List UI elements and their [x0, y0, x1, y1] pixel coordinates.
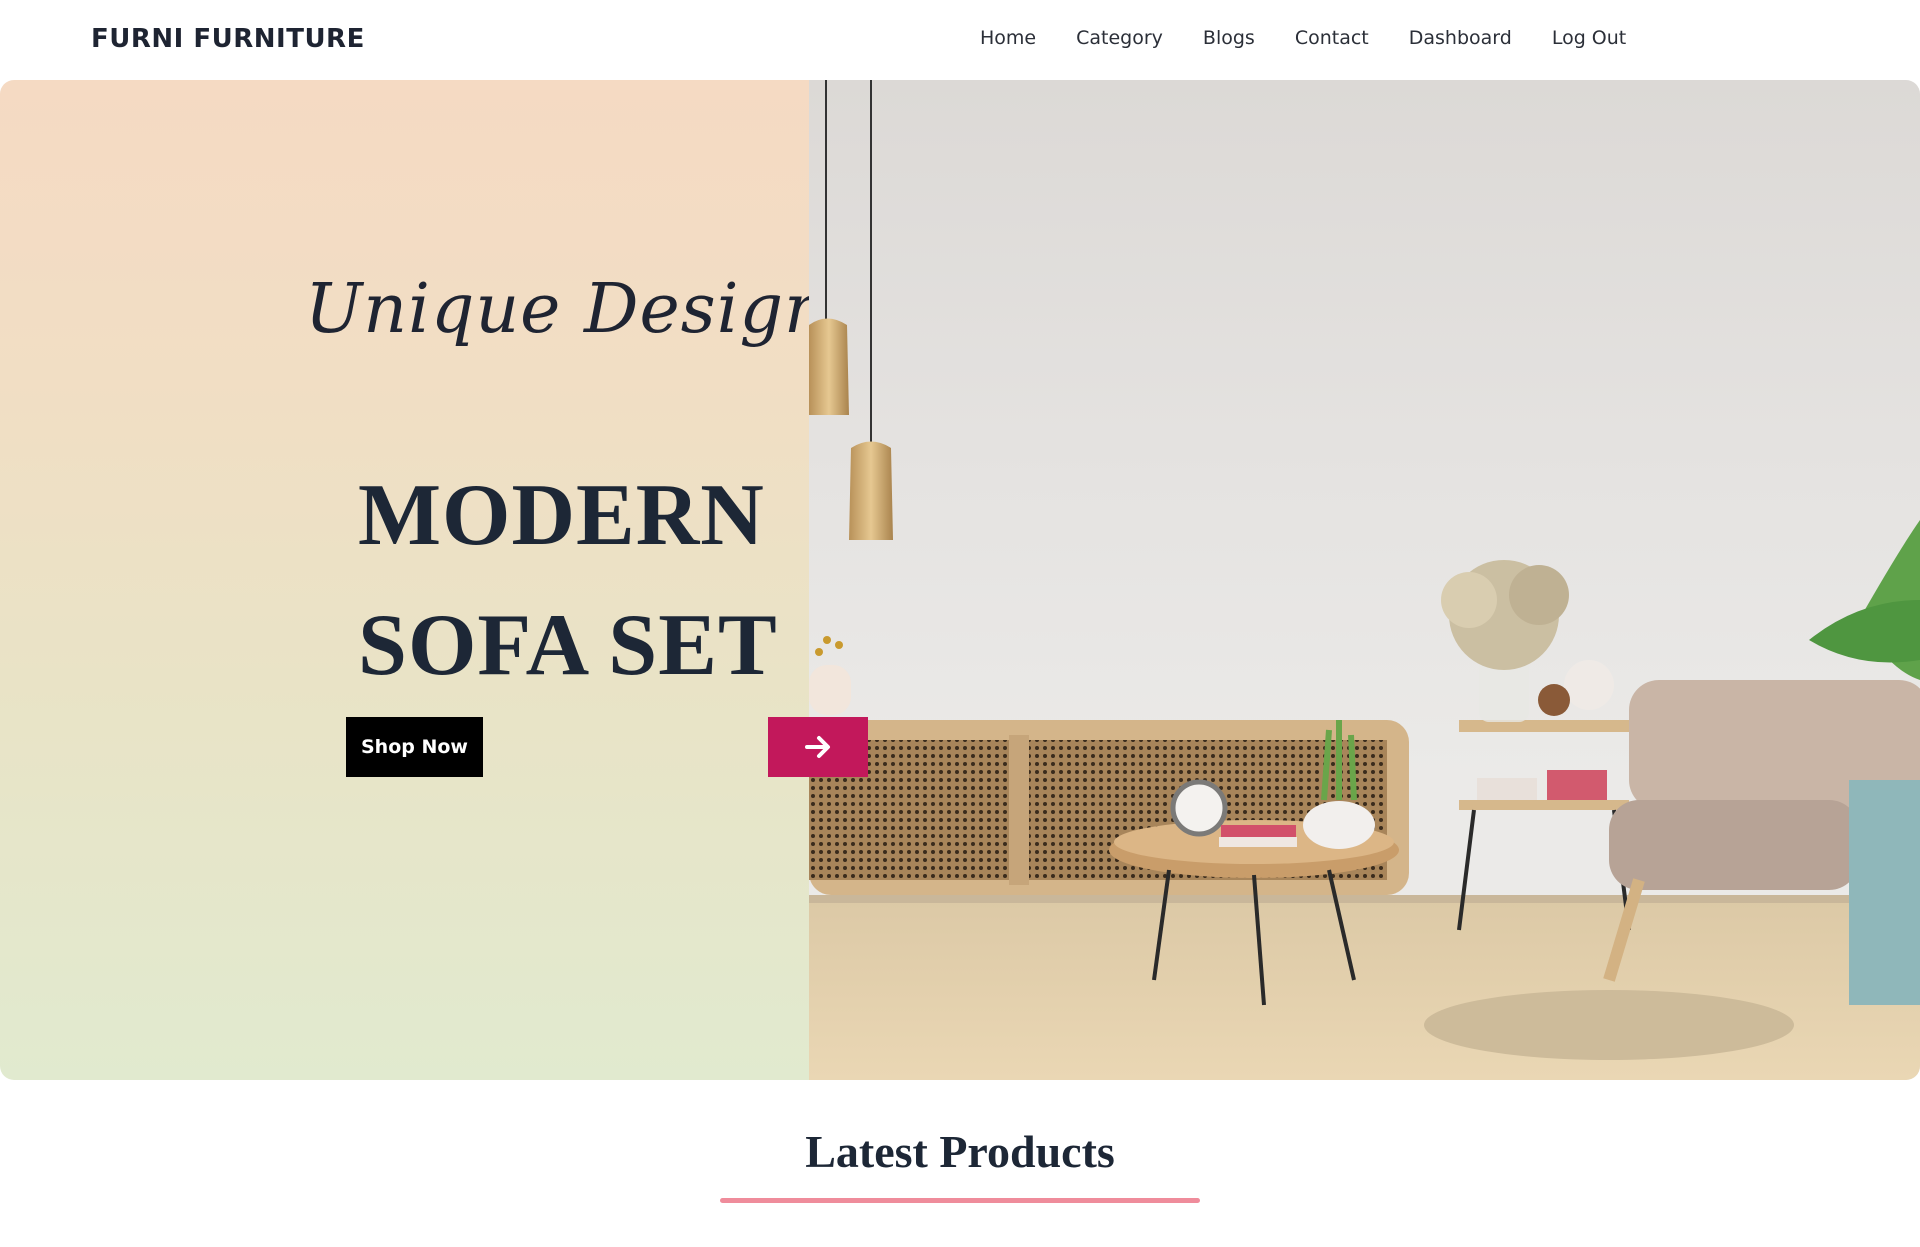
next-slide-button[interactable] [768, 717, 868, 777]
nav-category[interactable]: Category [1076, 27, 1163, 49]
hero-room-image [809, 80, 1920, 1080]
nav-links: Home Category Blogs Contact Dashboard Lo… [980, 27, 1666, 49]
living-room-illustration [809, 80, 1920, 1080]
nav-dashboard[interactable]: Dashboard [1409, 27, 1512, 49]
brand-logo[interactable]: FURNI FURNITURE [91, 24, 365, 54]
hero-title-line1: MODERN [358, 467, 765, 564]
nav-contact[interactable]: Contact [1295, 27, 1369, 49]
nav-blogs[interactable]: Blogs [1203, 27, 1255, 49]
latest-products-heading: Latest Products [805, 1126, 1115, 1177]
nav-logout[interactable]: Log Out [1552, 27, 1626, 49]
heading-underline [720, 1198, 1200, 1203]
hero-banner: Unique Designs MODERN SOFA SET Shop Now [0, 80, 1920, 1080]
hero-tagline: Unique Designs [305, 270, 865, 349]
top-navbar: FURNI FURNITURE Home Category Blogs Cont… [0, 0, 1920, 80]
hero-text-panel: Unique Designs MODERN SOFA SET Shop Now [0, 80, 864, 1080]
shop-now-button[interactable]: Shop Now [346, 717, 483, 777]
hero-title-line2: SOFA SET [358, 597, 778, 694]
arrow-right-icon [805, 736, 830, 758]
nav-home[interactable]: Home [980, 27, 1036, 49]
